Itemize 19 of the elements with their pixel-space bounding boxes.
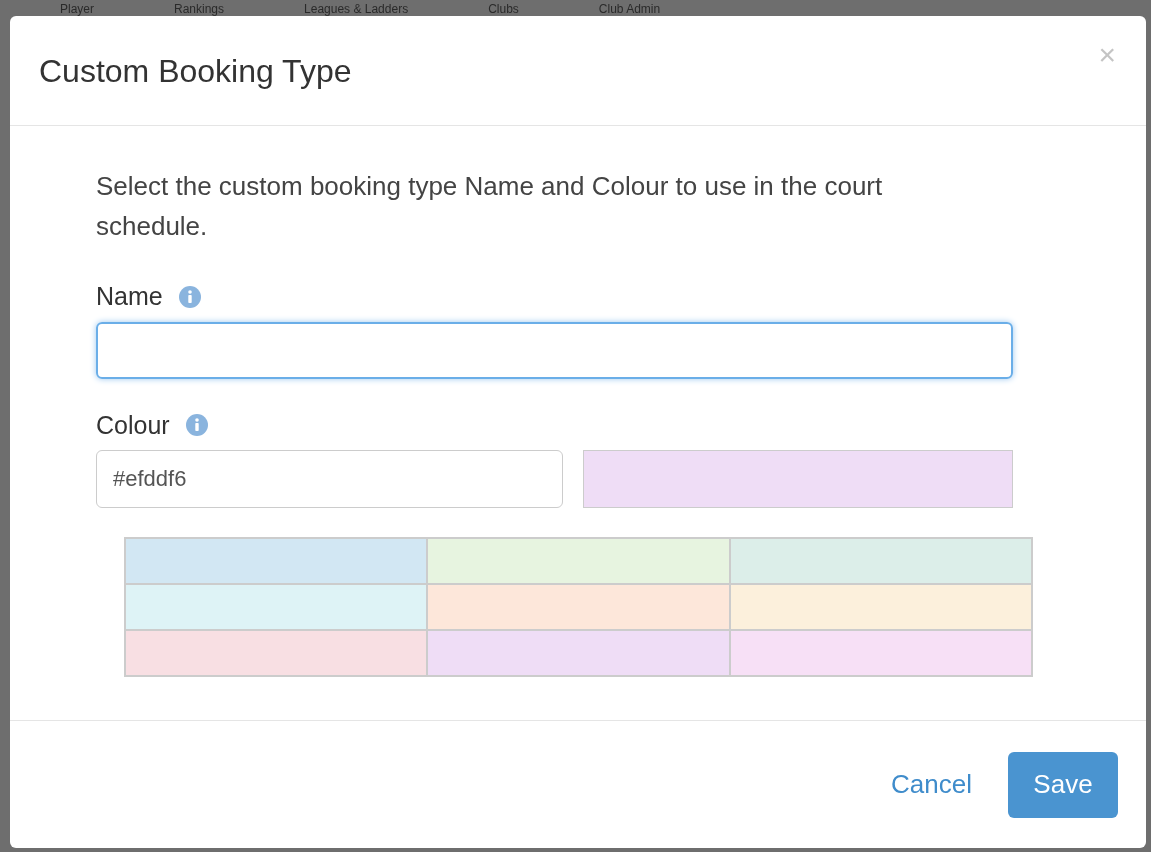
cancel-link[interactable]: Cancel (875, 757, 988, 812)
colour-swatch[interactable] (428, 631, 729, 675)
info-icon (178, 285, 201, 308)
colour-swatch[interactable] (126, 585, 427, 629)
colour-swatch[interactable] (428, 585, 729, 629)
colour-swatch[interactable] (126, 631, 427, 675)
info-icon (185, 414, 208, 437)
dialog-title: Custom Booking Type (39, 51, 352, 91)
colour-input[interactable]: #efddf6 (96, 450, 563, 508)
colour-swatch[interactable] (730, 539, 1031, 583)
save-button[interactable]: Save (1008, 751, 1118, 818)
colour-swatch[interactable] (126, 539, 427, 583)
colour-swatch[interactable] (428, 539, 729, 583)
colour-swatch[interactable] (730, 585, 1031, 629)
name-input[interactable] (96, 321, 1013, 379)
colour-swatch[interactable] (730, 631, 1031, 675)
field-label: Colour (96, 409, 170, 441)
field-label: Name (96, 281, 163, 312)
intro-text: Select the custom booking type Name and Colour to use in the court schedule. (96, 170, 884, 243)
